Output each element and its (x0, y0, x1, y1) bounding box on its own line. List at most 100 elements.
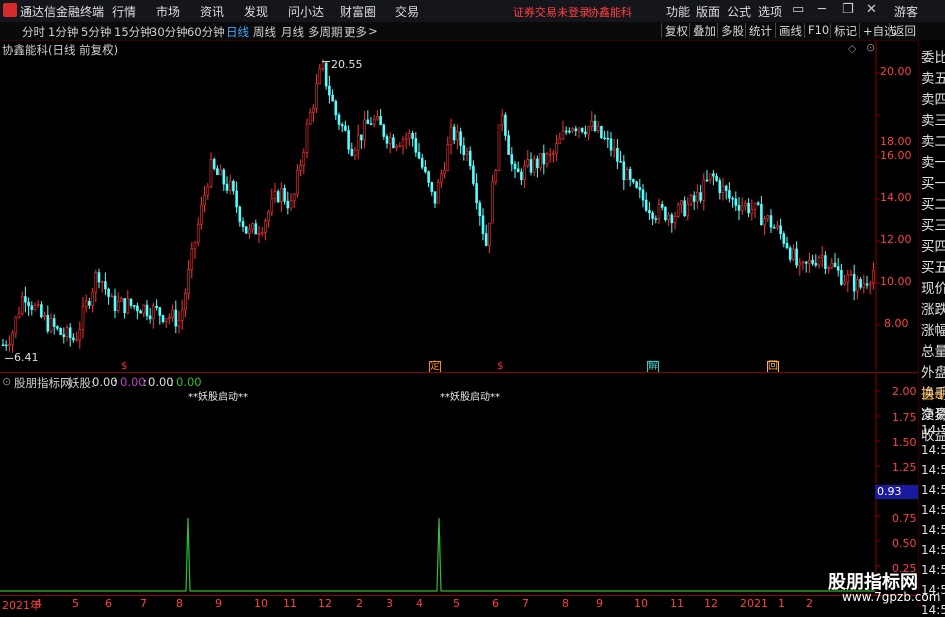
candlestick[interactable] (14, 316, 18, 339)
candlestick[interactable] (702, 173, 706, 211)
f10-button[interactable]: F10 (804, 23, 832, 38)
candlestick[interactable] (46, 305, 50, 334)
auto-trade-toggle[interactable]: 自动 (921, 383, 945, 403)
candlestick[interactable] (97, 268, 101, 289)
candlestick[interactable] (350, 142, 354, 157)
candlestick[interactable] (228, 175, 232, 195)
candlestick[interactable] (782, 231, 786, 248)
candlestick[interactable] (414, 132, 418, 157)
candlestick[interactable] (209, 152, 213, 189)
period-intraday[interactable]: 分时 (22, 24, 45, 40)
candlestick[interactable] (222, 168, 226, 191)
candlestick[interactable] (62, 327, 66, 344)
candlestick[interactable] (340, 122, 344, 133)
candlestick[interactable] (289, 193, 293, 211)
candlestick[interactable] (443, 162, 446, 179)
candlestick[interactable] (520, 168, 523, 186)
candlestick[interactable] (433, 191, 437, 209)
candlestick[interactable] (830, 257, 834, 270)
candlestick[interactable] (158, 306, 162, 325)
menu-market[interactable]: 市场 (156, 3, 180, 20)
candlestick[interactable] (388, 132, 392, 154)
candlestick[interactable] (200, 196, 203, 230)
chevron-right-icon[interactable]: > (368, 24, 378, 38)
candlestick[interactable] (424, 159, 427, 174)
candlestick[interactable] (846, 269, 850, 293)
candlestick[interactable] (728, 182, 731, 203)
candlestick[interactable] (840, 263, 843, 286)
menu-window-icon[interactable]: ▭ (792, 2, 804, 17)
candlestick[interactable] (792, 244, 795, 262)
candlestick[interactable] (120, 296, 123, 302)
back-button[interactable]: 返回 (889, 23, 919, 38)
candlestick[interactable] (772, 224, 776, 229)
menu-function[interactable]: 功能 (666, 3, 690, 20)
candlestick[interactable] (680, 199, 683, 214)
candlestick[interactable] (36, 299, 40, 308)
candlestick[interactable] (836, 257, 840, 277)
candlestick[interactable] (750, 199, 754, 221)
signal-chart[interactable] (0, 373, 918, 595)
candlestick[interactable] (715, 173, 718, 183)
candlestick[interactable] (555, 134, 558, 162)
candlestick[interactable] (696, 184, 699, 209)
candlestick[interactable] (600, 125, 603, 140)
adjust-button[interactable]: 复权 (661, 23, 691, 38)
candlestick[interactable] (635, 180, 638, 189)
candlestick[interactable] (481, 208, 485, 241)
login-status[interactable]: 证券交易未登录 (513, 4, 590, 20)
candlestick[interactable] (308, 108, 312, 125)
candlestick[interactable] (625, 166, 629, 181)
candlestick[interactable] (571, 127, 574, 133)
candlestick[interactable] (731, 196, 734, 208)
candlestick[interactable] (452, 123, 456, 145)
period-multi[interactable]: 多周期 (308, 24, 343, 40)
candlestick[interactable] (683, 196, 686, 218)
candlestick[interactable] (171, 304, 174, 322)
candlestick[interactable] (27, 297, 30, 316)
candlestick[interactable] (670, 212, 674, 233)
menu-trade[interactable]: 交易 (395, 3, 419, 20)
kline-chart[interactable] (0, 40, 918, 370)
candlestick[interactable] (420, 153, 424, 170)
candlestick[interactable] (689, 193, 693, 207)
candlestick[interactable] (337, 112, 341, 130)
candlestick[interactable] (606, 130, 610, 148)
candlestick[interactable] (324, 62, 328, 90)
period-15min[interactable]: 15分钟 (114, 24, 152, 40)
candlestick[interactable] (468, 146, 472, 170)
candlestick[interactable] (126, 290, 130, 315)
candlestick[interactable] (254, 219, 258, 235)
candlestick[interactable] (427, 170, 430, 188)
candlestick[interactable] (180, 299, 184, 330)
period-more[interactable]: 更多 (344, 24, 367, 40)
menu-discover[interactable]: 发现 (244, 3, 268, 20)
candlestick[interactable] (17, 306, 21, 319)
candlestick[interactable] (798, 257, 802, 276)
candlestick[interactable] (104, 272, 107, 296)
candlestick[interactable] (456, 124, 459, 150)
candlestick[interactable] (536, 155, 539, 178)
candlestick[interactable] (360, 134, 363, 149)
candlestick[interactable] (59, 327, 62, 336)
candlestick[interactable] (766, 214, 770, 223)
candlestick[interactable] (123, 298, 126, 319)
guest-label[interactable]: 游客 (894, 3, 918, 20)
candlestick[interactable] (398, 142, 402, 148)
candlestick[interactable] (510, 147, 514, 172)
candlestick[interactable] (132, 304, 136, 310)
candlestick[interactable] (203, 185, 206, 213)
candlestick[interactable] (436, 178, 440, 204)
candlestick[interactable] (657, 198, 661, 225)
period-5min[interactable]: 5分钟 (81, 24, 111, 40)
candlestick[interactable] (734, 191, 738, 211)
candlestick[interactable] (449, 118, 453, 155)
candlestick[interactable] (331, 89, 334, 102)
candlestick[interactable] (484, 224, 488, 247)
candlestick[interactable] (84, 294, 88, 313)
candlestick[interactable] (328, 75, 331, 104)
candlestick[interactable] (401, 136, 405, 155)
menu-formula[interactable]: 公式 (727, 3, 751, 20)
candlestick[interactable] (833, 253, 837, 268)
candlestick[interactable] (155, 299, 158, 311)
